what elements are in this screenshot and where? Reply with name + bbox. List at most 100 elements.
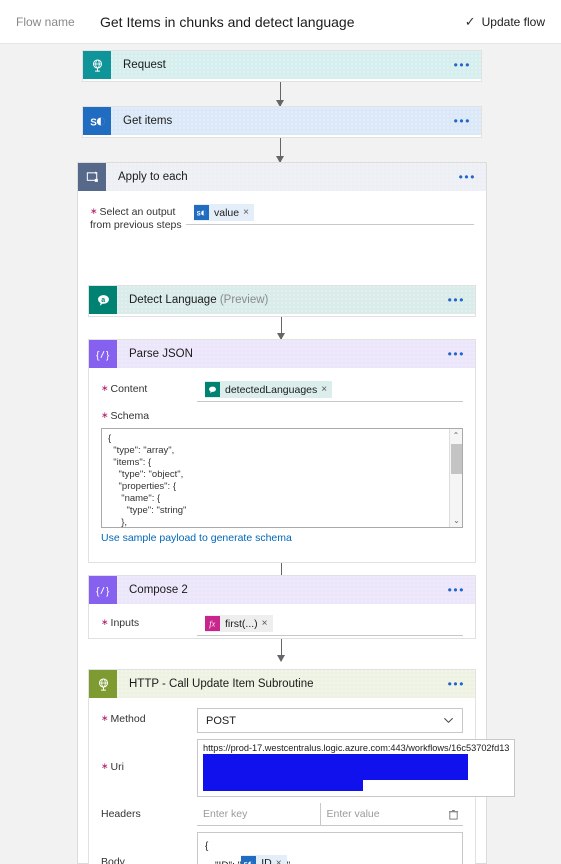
token-id[interactable]: S ID ×: [241, 855, 287, 864]
card-request-header[interactable]: Request •••: [83, 51, 481, 79]
card-get-items-title: Get items: [123, 115, 173, 127]
token-value-label: value: [214, 206, 240, 219]
card-request-menu[interactable]: •••: [454, 59, 471, 71]
body-line-id: "ID": "S ID ×",: [205, 855, 455, 864]
body-id-prefix: "ID": ": [215, 861, 241, 864]
card-parse-json[interactable]: { } Parse JSON ••• Content: [88, 339, 476, 563]
card-detect-language-header[interactable]: a Detect Language (Preview) •••: [89, 286, 475, 314]
connector-getitems-to-foreach: [276, 138, 284, 163]
trash-icon[interactable]: [443, 803, 463, 826]
token-value[interactable]: S value ×: [194, 204, 254, 221]
token-first-function-label: first(...): [225, 617, 258, 630]
svg-text:S: S: [197, 210, 201, 217]
foreach-output-row: Select an output from previous steps S v…: [78, 191, 486, 232]
body-id-suffix: ",: [287, 861, 293, 864]
token-first-function-remove[interactable]: ×: [262, 618, 273, 629]
text-analytics-token-icon: [205, 382, 220, 397]
scroll-down-arrow-icon[interactable]: ⌄: [450, 514, 463, 527]
scroll-up-arrow-icon[interactable]: ⌃: [450, 429, 462, 442]
http-body-label: Body: [101, 856, 125, 864]
uri-redaction-block: [203, 754, 468, 769]
svg-text:}: }: [105, 586, 109, 597]
card-get-items-header[interactable]: S Get items •••: [83, 107, 481, 135]
http-method-value: POST: [206, 714, 236, 727]
http-body-row: Body { "ID": "SID×", "Lang": "{}Output×"…: [89, 826, 475, 864]
uri-redaction-block: [203, 769, 468, 780]
http-method-row: Method POST: [89, 698, 475, 733]
card-detect-language[interactable]: a Detect Language (Preview) •••: [88, 285, 476, 317]
card-compose-2-title: Compose 2: [129, 584, 188, 596]
http-uri-row: Uri https://prod-17.westcentralus.logic.…: [89, 733, 516, 797]
card-parse-json-menu[interactable]: •••: [448, 348, 465, 360]
http-method-label: Method: [101, 708, 197, 726]
http-header-value-input[interactable]: Enter value: [319, 803, 443, 826]
schema-scrollbar[interactable]: ⌃ ⌄: [449, 429, 463, 528]
card-detect-language-menu[interactable]: •••: [448, 294, 465, 306]
card-get-items-menu[interactable]: •••: [454, 115, 471, 127]
svg-text:fx: fx: [209, 619, 215, 628]
card-request[interactable]: Request •••: [82, 50, 482, 82]
card-http[interactable]: HTTP - Call Update Item Subroutine ••• M…: [88, 669, 516, 864]
card-http-title: HTTP - Call Update Item Subroutine: [129, 678, 314, 690]
card-http-menu[interactable]: •••: [448, 678, 465, 690]
connector-compose-to-http: [277, 639, 285, 662]
http-uri-input[interactable]: https://prod-17.westcentralus.logic.azur…: [197, 739, 516, 797]
compose-inputs-input[interactable]: fx first(...) ×: [197, 612, 463, 636]
card-apply-to-each-menu[interactable]: •••: [459, 171, 476, 183]
uri-redaction-block: [203, 780, 363, 791]
card-http-header[interactable]: HTTP - Call Update Item Subroutine •••: [89, 670, 475, 698]
update-flow-button[interactable]: ✓ Update flow: [465, 14, 545, 30]
http-body-input[interactable]: { "ID": "SID×", "Lang": "{}Output×" }: [197, 832, 463, 864]
http-globe-icon: [89, 670, 117, 698]
token-value-remove[interactable]: ×: [243, 207, 254, 218]
card-apply-to-each[interactable]: Apply to each ••• Select an output from …: [77, 162, 516, 864]
http-headers-label: Headers: [101, 808, 141, 820]
svg-text:{: {: [96, 350, 100, 361]
card-compose-2-menu[interactable]: •••: [448, 584, 465, 596]
braces-icon: { }: [89, 340, 117, 368]
parse-json-content-input[interactable]: detectedLanguages ×: [197, 378, 463, 402]
parse-json-schema-box[interactable]: { "type": "array", "items": { "type": "o…: [101, 428, 463, 529]
card-apply-to-each-header[interactable]: Apply to each •••: [78, 163, 486, 191]
card-get-items[interactable]: S Get items •••: [82, 106, 482, 138]
flow-title[interactable]: Get Items in chunks and detect language: [100, 14, 465, 30]
card-parse-json-title: Parse JSON: [129, 348, 193, 360]
token-detected-languages-remove[interactable]: ×: [321, 384, 332, 395]
token-detected-languages-label: detectedLanguages: [225, 383, 318, 396]
braces-icon: { }: [89, 576, 117, 604]
http-headers-row: Headers Enter key Enter value: [89, 797, 475, 826]
body-line-open: {: [205, 841, 209, 852]
card-apply-to-each-title: Apply to each: [118, 171, 188, 183]
use-sample-payload-link[interactable]: Use sample payload to generate schema: [101, 532, 463, 544]
parse-json-content-label: Content: [101, 378, 197, 396]
function-icon: fx: [205, 616, 220, 631]
chevron-down-icon: [444, 717, 453, 724]
request-globe-icon: [83, 51, 111, 79]
foreach-output-input[interactable]: S value ×: [186, 201, 474, 225]
card-compose-2[interactable]: { } Compose 2 ••• Inputs fx: [88, 575, 476, 639]
detect-language-preview-label: (Preview): [219, 294, 269, 306]
scrollbar-thumb[interactable]: [451, 444, 462, 475]
sharepoint-icon: S: [83, 107, 111, 135]
http-method-select[interactable]: POST: [197, 708, 463, 733]
text-analytics-icon: a: [89, 286, 117, 314]
token-id-remove[interactable]: ×: [276, 855, 287, 864]
connector-detect-to-parsejson: [277, 317, 285, 340]
token-detected-languages[interactable]: detectedLanguages ×: [205, 381, 333, 398]
card-compose-2-header[interactable]: { } Compose 2 •••: [89, 576, 475, 604]
card-parse-json-header[interactable]: { } Parse JSON •••: [89, 340, 475, 368]
token-first-function[interactable]: fx first(...) ×: [205, 615, 273, 632]
svg-text:S: S: [90, 117, 97, 128]
svg-text:}: }: [105, 350, 109, 361]
detect-language-label: Detect Language: [129, 294, 217, 306]
parse-json-content-row: Content detectedLanguages ×: [89, 368, 475, 402]
parse-json-schema-text[interactable]: { "type": "array", "items": { "type": "o…: [102, 429, 462, 527]
foreach-output-label: Select an output from previous steps: [90, 201, 186, 232]
http-header-key-input[interactable]: Enter key: [197, 803, 320, 826]
update-flow-label: Update flow: [481, 14, 545, 29]
sharepoint-token-icon: S: [241, 856, 257, 864]
compose-inputs-label: Inputs: [101, 612, 197, 630]
flow-name-label: Flow name: [16, 14, 75, 29]
sharepoint-token-icon: S: [194, 205, 209, 220]
svg-text:a: a: [101, 297, 105, 304]
